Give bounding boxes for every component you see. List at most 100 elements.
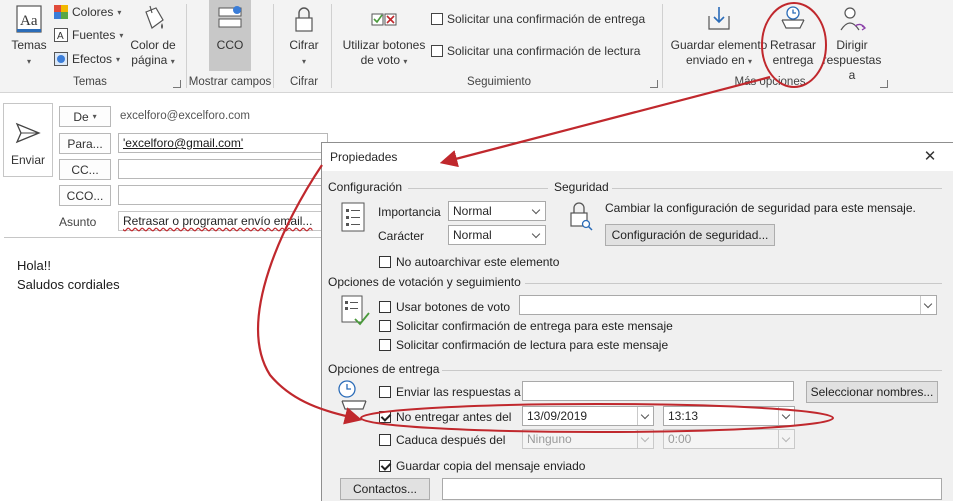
solicitar-lectura-dialog-checkbox[interactable] — [379, 339, 391, 351]
caduca-date: Ninguno — [527, 432, 572, 446]
to-field[interactable]: 'excelforo@gmail.com' — [118, 133, 328, 153]
solicitar-entrega-label: Solicitar confirmación de entrega para e… — [396, 319, 673, 333]
send-label: Enviar — [10, 153, 45, 167]
seleccionar-nombres-button[interactable]: Seleccionar nombres... — [806, 381, 938, 403]
group-label-seguimiento: Seguimiento — [467, 76, 531, 88]
chevron-down-icon: ▾ — [403, 57, 408, 66]
temas-label: Temas — [11, 38, 47, 52]
caduca-time-select[interactable]: 0:00 — [663, 429, 795, 449]
cc-label: CC... — [71, 162, 99, 177]
group-label-mas-opciones: Más opciones — [734, 76, 806, 88]
section-divider — [525, 283, 942, 284]
no-autoarchivar-checkbox[interactable] — [379, 256, 391, 268]
cifrar-button[interactable]: Cifrar ▾ — [282, 4, 326, 69]
usar-botones-voto-option[interactable]: Usar botones de voto — [379, 300, 510, 314]
fuentes-label: Fuentes — [72, 28, 116, 42]
cc-button[interactable]: CC... — [59, 159, 111, 180]
no-entregar-time-select[interactable]: 13:13 — [663, 406, 795, 426]
retrasar-entrega-button[interactable]: Retrasar entrega — [768, 4, 818, 68]
colores-label: Colores — [72, 5, 114, 19]
group-launcher-icon[interactable] — [880, 80, 888, 88]
importancia-select[interactable]: Normal — [448, 201, 546, 221]
cifrar-label: Cifrar — [289, 38, 319, 52]
usar-botones-voto-label: Usar botones de voto — [396, 300, 511, 314]
solicitar-entrega-ribbon[interactable]: Solicitar una confirmación de entrega — [431, 10, 645, 28]
paint-bucket-icon — [145, 5, 164, 29]
to-recipient[interactable]: 'excelforo@gmail.com' — [123, 136, 243, 150]
seguridad-text: Cambiar la configuración de seguridad pa… — [605, 201, 916, 215]
enviar-respuestas-input[interactable] — [522, 381, 794, 401]
svg-text:A: A — [57, 31, 64, 42]
solicitar-entrega-dialog-checkbox[interactable] — [379, 320, 391, 332]
caduca-time: 0:00 — [668, 432, 692, 446]
no-autoarchivar-label: No autoarchivar este elemento — [396, 255, 560, 269]
themes-icon: Aa — [16, 5, 42, 33]
dialog-title: Propiedades — [330, 150, 398, 164]
guardar-line2: enviado en — [685, 53, 745, 67]
botones-voto-select[interactable] — [519, 295, 937, 315]
cco-field-button[interactable]: CCO... — [59, 185, 111, 206]
cc-field[interactable] — [118, 159, 328, 179]
contactos-input[interactable] — [442, 478, 942, 500]
solicitar-lectura-ribbon-label: Solicitar una confirmación de lectura — [447, 44, 641, 58]
chevron-down-icon: ▾ — [26, 57, 31, 66]
guardar-elemento-button[interactable]: Guardar elemento enviado en ▾ — [668, 4, 770, 69]
solicitar-lectura-checkbox[interactable] — [431, 45, 443, 57]
configuracion-title: Configuración — [328, 180, 403, 194]
para-button[interactable]: Para... — [59, 133, 111, 154]
no-entregar-option[interactable]: No entregar antes del — [379, 410, 511, 424]
close-icon[interactable]: ✕ — [920, 147, 940, 167]
guardar-line1: Guardar elemento — [670, 38, 768, 52]
solicitar-entrega-checkbox[interactable] — [431, 13, 443, 25]
group-separator — [331, 4, 332, 88]
group-separator — [186, 4, 187, 88]
solicitar-entrega-option[interactable]: Solicitar confirmación de entrega para e… — [379, 319, 673, 333]
subject-field[interactable]: Retrasar o programar envío email... — [118, 211, 328, 231]
direct-replies-icon — [840, 7, 867, 31]
caracter-select[interactable]: Normal — [448, 225, 546, 245]
no-autoarchivar-option[interactable]: No autoarchivar este elemento — [379, 255, 559, 269]
utilizar-botones-voto-button[interactable]: Utilizar botones de voto ▾ — [340, 4, 428, 69]
caduca-checkbox[interactable] — [379, 434, 391, 446]
voting-buttons-icon — [371, 13, 397, 26]
importancia-value: Normal — [453, 204, 492, 218]
enviar-respuestas-checkbox[interactable] — [379, 386, 391, 398]
color-pagina-button[interactable]: Color de página ▾ — [126, 4, 180, 69]
colores-button[interactable]: Colores ▾ — [54, 3, 121, 21]
no-entregar-date-select[interactable]: 13/09/2019 — [522, 406, 654, 426]
caduca-option[interactable]: Caduca después del — [379, 433, 505, 447]
de-button[interactable]: De ▾ — [59, 106, 111, 127]
configuracion-seguridad-button[interactable]: Configuración de seguridad... — [605, 224, 775, 246]
send-icon — [15, 122, 41, 144]
dirigir-respuestas-button[interactable]: Dirigir respuestas a — [818, 4, 886, 83]
efectos-button[interactable]: Efectos ▾ — [54, 50, 120, 68]
solicitar-lectura-option[interactable]: Solicitar confirmación de lectura para e… — [379, 338, 668, 352]
send-button[interactable]: Enviar — [3, 103, 53, 177]
temas-button[interactable]: Aa Temas ▾ — [6, 4, 52, 69]
guardar-copia-checkbox[interactable] — [379, 460, 391, 472]
group-launcher-icon[interactable] — [173, 80, 181, 88]
contactos-button[interactable]: Contactos... — [340, 478, 430, 500]
cco-label: CCO — [216, 38, 244, 52]
chevron-down-icon: ▾ — [116, 54, 121, 64]
chevron-down-icon — [778, 430, 794, 448]
group-label-cifrar: Cifrar — [289, 76, 319, 88]
solicitar-entrega-ribbon-label: Solicitar una confirmación de entrega — [447, 12, 646, 26]
effects-icon — [54, 52, 68, 66]
no-entregar-checkbox[interactable] — [379, 411, 391, 423]
cco-field-label: CCO... — [66, 188, 104, 203]
cco-field[interactable] — [118, 185, 328, 205]
cco-button[interactable]: CCO — [209, 4, 251, 53]
group-launcher-icon[interactable] — [650, 80, 658, 88]
section-divider — [612, 188, 942, 189]
caduca-label: Caduca después del — [396, 433, 506, 447]
guardar-copia-option[interactable]: Guardar copia del mensaje enviado — [379, 459, 585, 473]
chevron-down-icon: ▾ — [301, 57, 306, 66]
utilizar-line1: Utilizar botones — [342, 38, 426, 52]
color-pagina-line1: Color de — [130, 38, 176, 52]
enviar-respuestas-option[interactable]: Enviar las respuestas a — [379, 385, 521, 399]
solicitar-lectura-ribbon[interactable]: Solicitar una confirmación de lectura — [431, 42, 640, 60]
usar-botones-voto-checkbox[interactable] — [379, 301, 391, 313]
caduca-date-select[interactable]: Ninguno — [522, 429, 654, 449]
fuentes-button[interactable]: A Fuentes ▾ — [54, 26, 123, 44]
